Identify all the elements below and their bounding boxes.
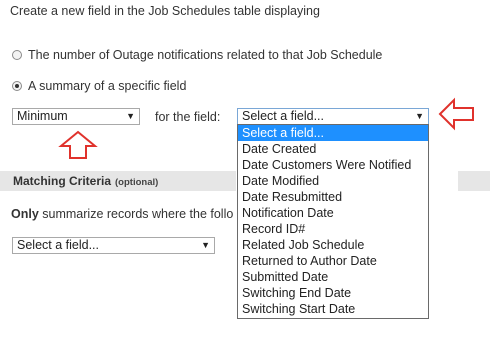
radio-outage-count[interactable] <box>12 50 22 60</box>
matching-criteria-header: Matching Criteria (optional) <box>0 171 236 191</box>
criteria-field-select[interactable]: Select a field... ▼ <box>12 237 215 254</box>
annotation-arrow-up-icon <box>58 130 98 159</box>
dropdown-option[interactable]: Submitted Date <box>238 269 428 285</box>
criteria-select-value: Select a field... <box>17 238 99 252</box>
aggregate-select-value: Minimum <box>17 109 68 123</box>
dropdown-option[interactable]: Date Modified <box>238 173 428 189</box>
dropdown-option[interactable]: Record ID# <box>238 221 428 237</box>
chevron-down-icon: ▼ <box>126 111 135 121</box>
option-outage-count[interactable]: The number of Outage notifications relat… <box>12 48 382 62</box>
dropdown-option[interactable]: Notification Date <box>238 205 428 221</box>
matching-criteria-header-right <box>458 171 490 191</box>
dropdown-option[interactable]: Date Created <box>238 141 428 157</box>
field-dropdown-list[interactable]: Select a field... Date Created Date Cust… <box>237 124 429 319</box>
field-select-value: Select a field... <box>242 109 324 123</box>
only-summarize-text: Only summarize records where the follo <box>11 207 237 221</box>
only-summarize-rest: summarize records where the follo <box>38 207 234 221</box>
dropdown-option[interactable]: Returned to Author Date <box>238 253 428 269</box>
annotation-arrow-left-icon <box>438 97 474 131</box>
dropdown-option[interactable]: Date Customers Were Notified <box>238 157 428 173</box>
chevron-down-icon: ▼ <box>201 240 210 250</box>
option-field-summary[interactable]: A summary of a specific field <box>12 79 186 93</box>
radio-field-summary[interactable] <box>12 81 22 91</box>
option-summary-label: A summary of a specific field <box>28 79 187 93</box>
dropdown-option[interactable]: Switching End Date <box>238 285 428 301</box>
matching-criteria-title: Matching Criteria <box>13 174 112 188</box>
option-outage-label: The number of Outage notifications relat… <box>28 48 383 62</box>
dropdown-option[interactable]: Switching Start Date <box>238 301 428 317</box>
field-select[interactable]: Select a field... ▼ <box>237 108 429 125</box>
aggregate-select[interactable]: Minimum ▼ <box>12 108 140 125</box>
for-the-field-label: for the field: <box>155 110 221 124</box>
matching-criteria-optional: (optional) <box>115 177 159 188</box>
dropdown-option[interactable]: Related Job Schedule <box>238 237 428 253</box>
intro-text: Create a new field in the Job Schedules … <box>10 4 320 18</box>
chevron-down-icon: ▼ <box>415 111 424 121</box>
dropdown-option[interactable]: Select a field... <box>238 125 428 141</box>
dropdown-option[interactable]: Date Resubmitted <box>238 189 428 205</box>
only-bold-label: Only <box>11 207 39 221</box>
